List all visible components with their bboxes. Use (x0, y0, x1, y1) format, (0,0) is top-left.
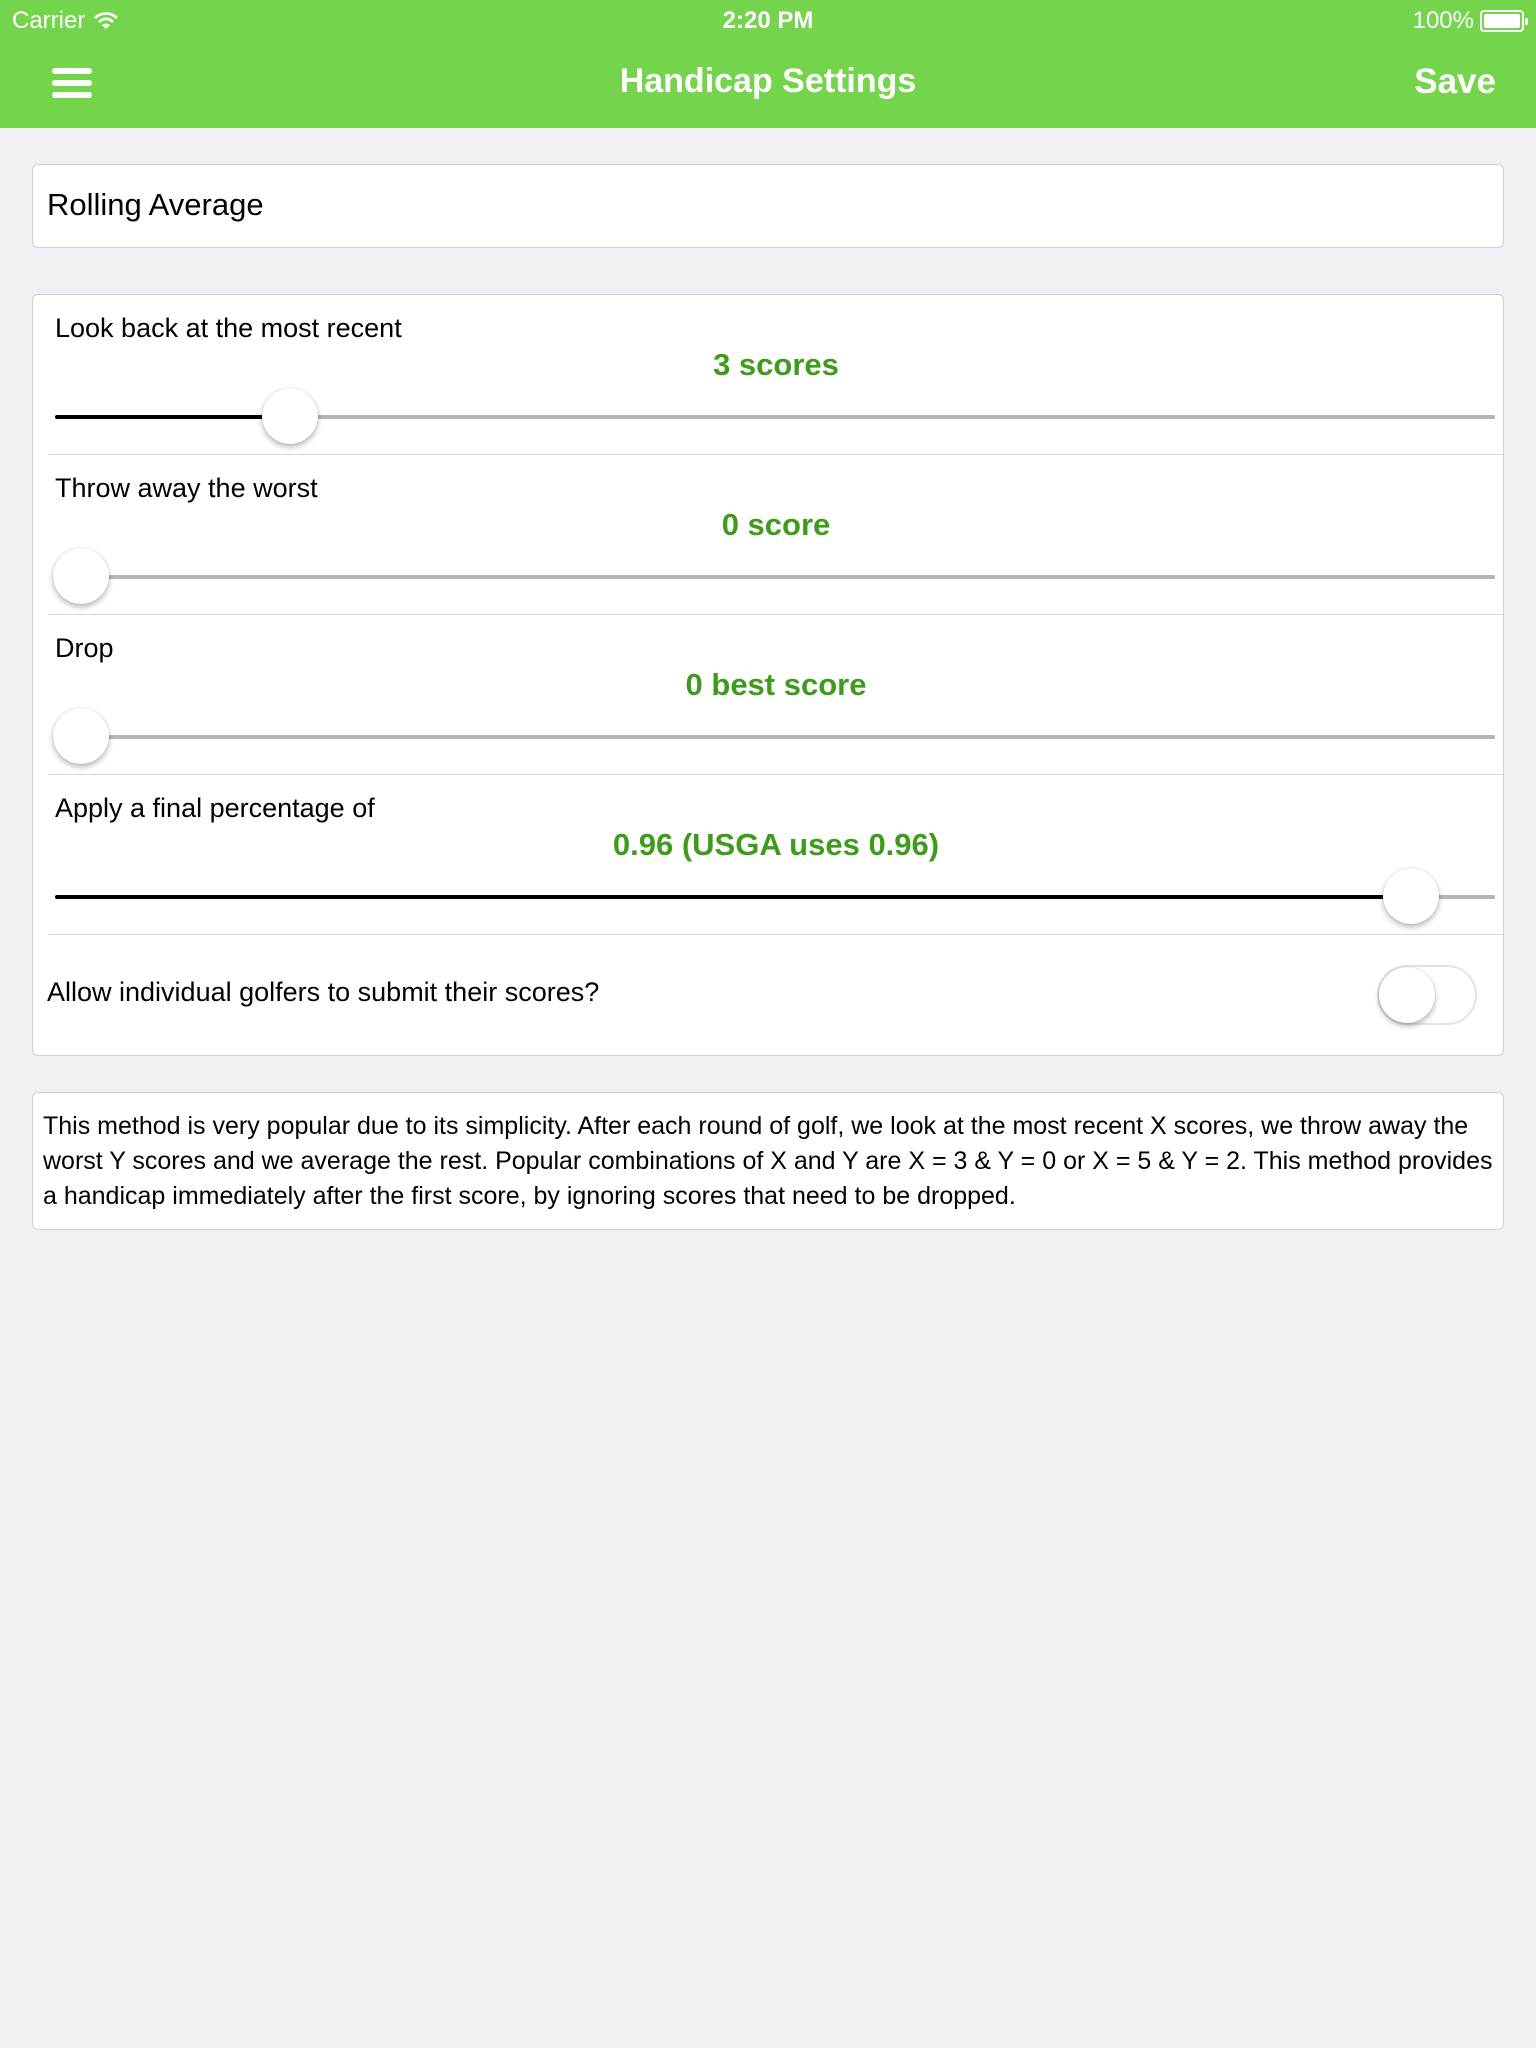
status-time: 2:20 PM (722, 7, 814, 34)
look-back-slider[interactable] (55, 388, 1495, 444)
battery-indicator: 100% (1412, 7, 1528, 35)
drop-value: 0 best score (685, 667, 867, 702)
method-selector[interactable]: Rolling Average (32, 164, 1504, 248)
allow-submit-toggle[interactable] (1377, 965, 1477, 1025)
allow-submit-row: Allow individual golfers to submit their… (33, 935, 1503, 1055)
drop-row: Drop 0 best score (49, 615, 1503, 775)
throw-away-value: 0 score (721, 507, 831, 542)
throw-away-slider[interactable] (52, 548, 1495, 604)
slider-thumb[interactable] (52, 548, 109, 604)
top-bar: Carrier 2:20 PM 100% Handicap Settings S… (0, 0, 1536, 128)
method-description: This method is very popular due to its s… (32, 1092, 1504, 1230)
slider-thumb[interactable] (52, 708, 109, 764)
throw-away-row: Throw away the worst 0 score (49, 455, 1503, 615)
percentage-row: Apply a final percentage of 0.96 (USGA u… (49, 775, 1503, 935)
status-bar: Carrier 2:20 PM 100% (0, 0, 1536, 40)
method-value: Rolling Average (47, 187, 264, 222)
navigation-bar: Handicap Settings Save (0, 40, 1536, 128)
slider-thumb[interactable] (261, 388, 318, 444)
battery-icon (1480, 10, 1528, 32)
page-title: Handicap Settings (619, 62, 917, 100)
description-text: This method is very popular due to its s… (43, 1112, 1493, 1210)
slider-fill (55, 415, 290, 419)
look-back-row: Look back at the most recent 3 scores (49, 295, 1503, 455)
look-back-value: 3 scores (713, 347, 839, 382)
allow-submit-label: Allow individual golfers to submit their… (47, 977, 600, 1007)
percentage-label: Apply a final percentage of (55, 793, 375, 823)
battery-percent: 100% (1412, 7, 1474, 34)
throw-away-label: Throw away the worst (55, 473, 318, 503)
slider-thumb[interactable] (1383, 868, 1440, 924)
drop-label: Drop (55, 633, 114, 663)
percentage-value: 0.96 (USGA uses 0.96) (612, 827, 940, 862)
drop-slider[interactable] (52, 708, 1495, 764)
slider-fill (55, 895, 1412, 899)
percentage-slider[interactable] (55, 868, 1495, 924)
look-back-label: Look back at the most recent (55, 313, 402, 343)
settings-panel: Look back at the most recent 3 scores Th… (32, 294, 1504, 1056)
toggle-knob (1379, 967, 1435, 1023)
save-button[interactable]: Save (1414, 62, 1496, 102)
